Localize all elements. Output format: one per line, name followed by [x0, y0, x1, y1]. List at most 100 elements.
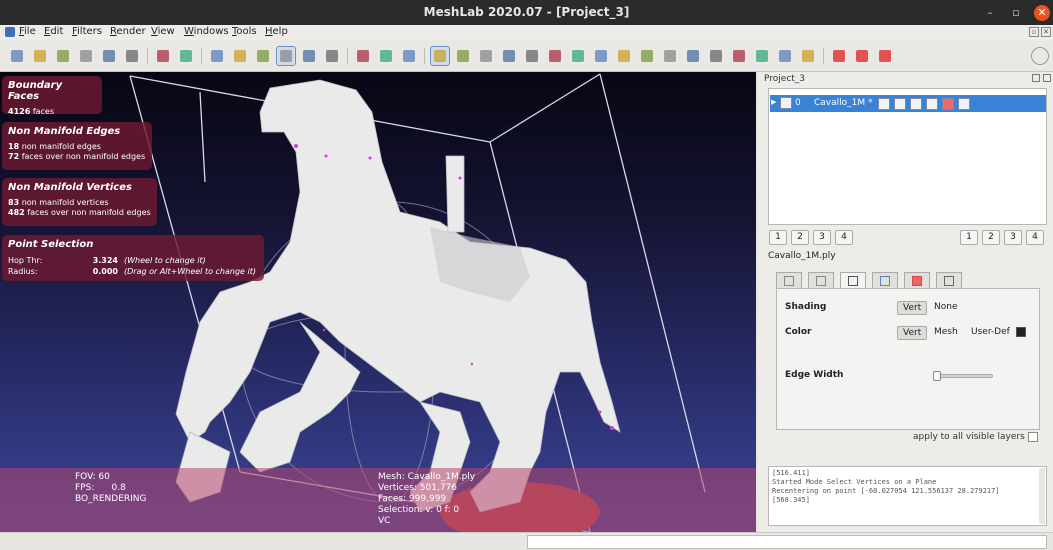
- close-icon[interactable]: ✕: [1034, 5, 1050, 21]
- edge-width-knob[interactable]: [933, 371, 941, 381]
- fit-icon[interactable]: [354, 47, 372, 65]
- flat-icon[interactable]: [276, 46, 296, 66]
- layer-box-icon[interactable]: [878, 98, 890, 110]
- layers-icon[interactable]: [154, 47, 172, 65]
- perspective-icon[interactable]: [400, 47, 418, 65]
- delete-vertices-icon[interactable]: [830, 47, 848, 65]
- open-project-icon[interactable]: [31, 47, 49, 65]
- close-panel-icon[interactable]: [1043, 74, 1051, 82]
- color-userdef-option[interactable]: User-Def: [971, 327, 1010, 337]
- menu-edit[interactable]: Edit: [44, 26, 63, 37]
- color-vert-button[interactable]: Vert: [897, 326, 928, 340]
- layer-wire-icon[interactable]: [910, 98, 922, 110]
- texture-icon[interactable]: [323, 47, 341, 65]
- log-panel[interactable]: [516.411] Started Mode Select Vertices on…: [768, 466, 1047, 526]
- annotate-icon[interactable]: [454, 47, 472, 65]
- fov-text: FOV: 60: [75, 472, 110, 482]
- eye-icon[interactable]: [780, 97, 792, 109]
- points-icon[interactable]: [231, 47, 249, 65]
- layer-texture-icon[interactable]: [942, 98, 954, 110]
- camera-icon[interactable]: [661, 47, 679, 65]
- menu-windows[interactable]: Windows: [184, 26, 229, 37]
- measure-icon[interactable]: [477, 47, 495, 65]
- color-mesh-option[interactable]: Mesh: [934, 327, 958, 337]
- right-view-button-3[interactable]: 3: [1004, 230, 1022, 245]
- align-icon[interactable]: [177, 47, 195, 65]
- non-manifold-vertices-panel: Non Manifold Vertices 83 non manifold ve…: [2, 178, 157, 226]
- export-mesh-icon[interactable]: [100, 47, 118, 65]
- shading-vert-button[interactable]: Vert: [897, 301, 928, 315]
- paint-icon[interactable]: [500, 47, 518, 65]
- layer-flat-icon[interactable]: [926, 98, 938, 110]
- select-faces-icon[interactable]: [753, 47, 771, 65]
- title-bar: MeshLab 2020.07 - [Project_3] – ▫ ✕: [0, 0, 1053, 25]
- solid-tab-icon[interactable]: [936, 272, 962, 288]
- window-title: MeshLab 2020.07 - [Project_3]: [423, 5, 630, 19]
- apply-all-checkbox[interactable]: [1028, 432, 1038, 442]
- wireframe-icon[interactable]: [254, 47, 272, 65]
- left-view-button-3[interactable]: 3: [813, 230, 831, 245]
- right-view-button-1[interactable]: 1: [960, 230, 978, 245]
- right-view-button-2[interactable]: 2: [982, 230, 1000, 245]
- close-doc-icon[interactable]: ✕: [1041, 27, 1051, 37]
- new-project-icon[interactable]: [8, 47, 26, 65]
- delete-faces-icon[interactable]: [853, 47, 871, 65]
- bbox-icon[interactable]: [208, 47, 226, 65]
- points-tab-icon[interactable]: [808, 272, 834, 288]
- 3d-viewport[interactable]: Boundary Faces 4126 faces Non Manifold E…: [0, 72, 756, 532]
- float-panel-icon[interactable]: [1032, 74, 1040, 82]
- radius-value: 0.000: [92, 267, 118, 276]
- open-mesh-icon[interactable]: [54, 47, 72, 65]
- point-selection-panel: Point Selection Hop Thr: 3.324 (Wheel to…: [2, 235, 264, 281]
- edge-width-slider[interactable]: [933, 374, 993, 378]
- log-scrollbar[interactable]: [1039, 468, 1045, 524]
- align-edit-icon[interactable]: [638, 47, 656, 65]
- left-view-button-4[interactable]: 4: [835, 230, 853, 245]
- menu-help[interactable]: Help: [265, 26, 288, 37]
- search-icon[interactable]: [1031, 47, 1049, 65]
- right-view-button-4[interactable]: 4: [1026, 230, 1044, 245]
- nm-vertices-label: non manifold vertices: [21, 198, 109, 207]
- left-view-button-2[interactable]: 2: [791, 230, 809, 245]
- snapshot-icon[interactable]: [123, 47, 141, 65]
- rotate-icon[interactable]: [546, 47, 564, 65]
- color-swatch[interactable]: [1016, 327, 1026, 337]
- texture-tab-icon[interactable]: [904, 272, 930, 288]
- shading-none-option[interactable]: None: [934, 302, 957, 312]
- log-line: Recentering on point [-60.027054 121.556…: [772, 487, 1000, 495]
- delete-all-icon[interactable]: [876, 47, 894, 65]
- menu-filters[interactable]: Filters: [72, 26, 102, 37]
- select-connected-icon[interactable]: [776, 47, 794, 65]
- info-icon[interactable]: [592, 47, 610, 65]
- minimize-icon[interactable]: –: [982, 5, 998, 21]
- move-icon[interactable]: [523, 47, 541, 65]
- texture-edit-icon[interactable]: [707, 47, 725, 65]
- brush-icon[interactable]: [569, 47, 587, 65]
- light-icon[interactable]: [377, 47, 395, 65]
- maximize-icon[interactable]: ▫: [1008, 5, 1024, 21]
- pick-icon[interactable]: [615, 47, 633, 65]
- non-manifold-edges-panel: Non Manifold Edges 18 non manifold edges…: [2, 122, 152, 170]
- menu-view[interactable]: View: [151, 26, 175, 37]
- color-label: Color: [785, 327, 812, 337]
- layer-solid-icon[interactable]: [958, 98, 970, 110]
- wire-tab-icon[interactable]: [840, 272, 866, 289]
- paintbrush-icon[interactable]: [730, 47, 748, 65]
- layer-row[interactable]: ▶ 0 Cavallo_1M *: [770, 95, 1046, 112]
- flat-tab-icon[interactable]: [872, 272, 898, 288]
- boundary-faces-panel: Boundary Faces 4126 faces: [2, 76, 102, 116]
- shape-icon[interactable]: [799, 47, 817, 65]
- menu-file[interactable]: File: [19, 26, 36, 37]
- box-tab-icon[interactable]: [776, 272, 802, 288]
- restore-icon[interactable]: ▫: [1029, 27, 1039, 37]
- cut-icon[interactable]: [684, 47, 702, 65]
- smooth-icon[interactable]: [300, 47, 318, 65]
- toolbar-separator: [347, 48, 348, 64]
- reload-icon[interactable]: [77, 47, 95, 65]
- menu-tools[interactable]: Tools: [232, 26, 257, 37]
- expand-arrow-icon[interactable]: ▶: [771, 98, 776, 106]
- layer-points-icon[interactable]: [894, 98, 906, 110]
- left-view-button-1[interactable]: 1: [769, 230, 787, 245]
- select-vertices-icon[interactable]: [430, 46, 450, 66]
- menu-render[interactable]: Render: [110, 26, 146, 37]
